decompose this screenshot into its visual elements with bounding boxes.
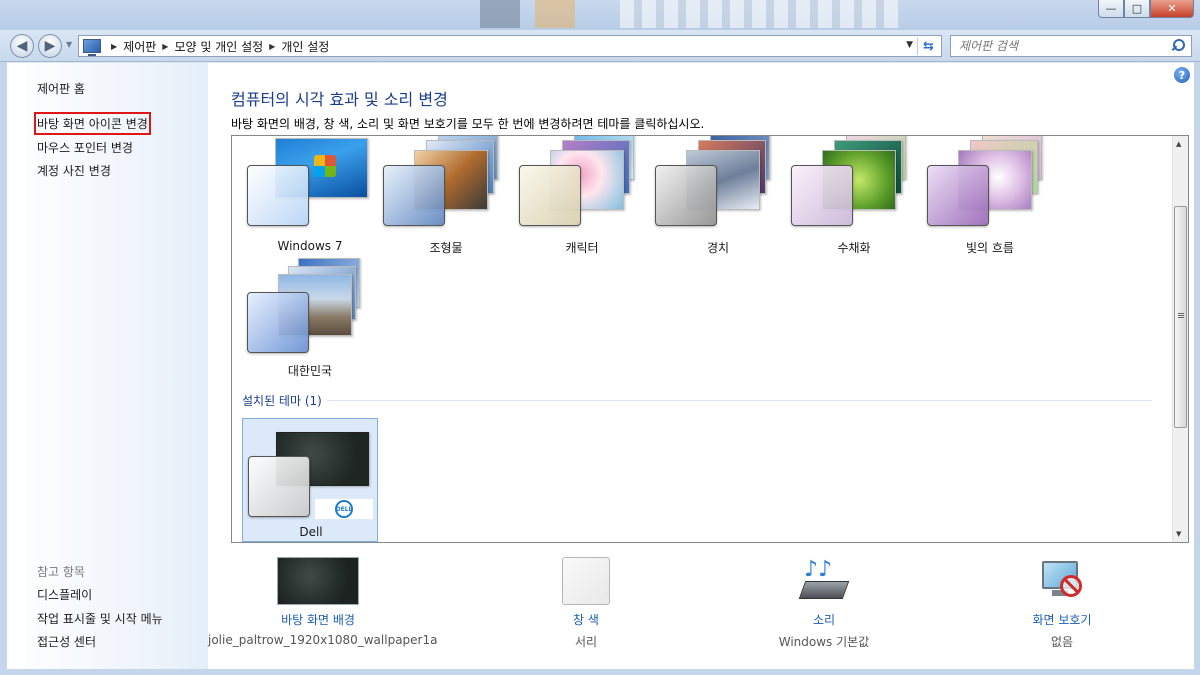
theme-list: Windows 7 조형물 캐릭터 경치 수채화 빛의 흐름 대한민국 설치된 …	[231, 135, 1189, 543]
window-color-preview	[383, 165, 445, 226]
theme-label: 수채화	[837, 241, 871, 255]
search-icon[interactable]	[1173, 39, 1185, 51]
sounds-value: Windows 기본값	[778, 635, 870, 649]
installed-themes-heading[interactable]: 설치된 테마 (1)	[242, 392, 322, 409]
window-frame-right	[1194, 62, 1200, 675]
screen-saver-setting[interactable]: 화면 보호기 없음	[952, 557, 1172, 650]
breadcrumb[interactable]: ▶ 제어판 ▶ 모양 및 개인 설정 ▶ 개인 설정 ▼ ⇆	[78, 35, 942, 57]
breadcrumb-appearance[interactable]: 모양 및 개인 설정	[174, 38, 263, 55]
scroll-thumb[interactable]	[1174, 206, 1187, 428]
screen-saver-value: 없음	[1050, 635, 1074, 649]
window-color-preview	[927, 165, 989, 226]
screen-saver-link[interactable]: 화면 보호기	[952, 611, 1172, 628]
back-button[interactable]: ◀	[10, 34, 34, 58]
sound-icon[interactable]: ♪♪	[798, 557, 850, 605]
maximize-button[interactable]: □	[1124, 0, 1150, 18]
theme-korea[interactable]: 대한민국	[242, 258, 378, 386]
dell-wallpaper-thumbnail: DELL	[315, 499, 373, 519]
windows-logo-icon	[314, 155, 336, 177]
sidebar-ease-of-access[interactable]: 접근성 센터	[37, 633, 96, 650]
back-arrow-icon: ◀	[16, 38, 28, 54]
window-color-value: 서리	[574, 635, 598, 649]
theme-light-auras[interactable]: 빛의 흐름	[922, 136, 1058, 260]
forward-arrow-icon: ▶	[44, 38, 56, 54]
theme-label: Dell	[299, 525, 323, 539]
sidebar-change-account-picture[interactable]: 계정 사진 변경	[37, 162, 111, 179]
forward-button[interactable]: ▶	[38, 34, 62, 58]
address-dropdown-icon[interactable]: ▼	[906, 40, 913, 50]
page-title: 컴퓨터의 시각 효과 및 소리 변경	[231, 90, 448, 109]
theme-dell[interactable]: DELL Dell	[242, 418, 378, 542]
minimize-button[interactable]: —	[1098, 0, 1124, 18]
scroll-down-icon[interactable]: ▼	[1176, 530, 1181, 538]
taskbar-blur	[620, 0, 900, 28]
desktop-background-setting[interactable]: 바탕 화면 배경 jolie_paltrow_1920x1080_wallpap…	[208, 557, 438, 647]
taskbar-blur	[535, 0, 575, 28]
prohibited-slash	[1063, 578, 1079, 593]
desktop-background-thumbnail[interactable]	[277, 557, 359, 605]
chevron-right-icon[interactable]: ▶	[111, 42, 117, 51]
window-frame-bottom	[0, 669, 1200, 675]
window-controls: — □ ✕	[1098, 0, 1194, 18]
help-icon[interactable]: ?	[1174, 67, 1190, 83]
prohibited-icon	[1060, 575, 1082, 597]
sidebar-display[interactable]: 디스플레이	[37, 586, 92, 603]
desktop-background-link[interactable]: 바탕 화면 배경	[208, 611, 428, 628]
theme-label: Windows 7	[277, 239, 343, 253]
page-description: 바탕 화면의 배경, 창 색, 소리 및 화면 보호기를 모두 한 번에 변경하…	[231, 117, 705, 131]
theme-label: 빛의 흐름	[966, 241, 1014, 255]
window-color-preview	[655, 165, 717, 226]
window-color-preview	[247, 292, 309, 353]
sidebar-change-mouse-pointers[interactable]: 마우스 포인터 변경	[37, 139, 133, 156]
window-frame-left	[0, 62, 7, 675]
control-panel-icon	[83, 39, 101, 56]
main-content: ? 컴퓨터의 시각 효과 및 소리 변경 바탕 화면의 배경, 창 색, 소리 …	[208, 63, 1194, 669]
window-color-preview	[791, 165, 853, 226]
window-color-preview	[248, 456, 310, 517]
theme-nature[interactable]: 수채화	[786, 136, 922, 260]
sidebar: 제어판 홈 바탕 화면 아이콘 변경 마우스 포인터 변경 계정 사진 변경 참…	[7, 63, 208, 669]
theme-architecture[interactable]: 조형물	[378, 136, 514, 260]
see-also-heading: 참고 항목	[37, 565, 85, 579]
chevron-right-icon[interactable]: ▶	[162, 42, 168, 51]
grip-icon	[1178, 313, 1184, 314]
search-input[interactable]	[959, 39, 1159, 53]
search-box	[950, 35, 1192, 57]
refresh-icon[interactable]: ⇆	[917, 37, 939, 55]
window-color-preview	[519, 165, 581, 226]
theme-label: 경치	[706, 241, 730, 255]
recent-pages-dropdown-icon[interactable]: ▼	[66, 40, 72, 49]
theme-landscapes[interactable]: 경치	[650, 136, 786, 260]
keyboard-shape	[798, 581, 850, 599]
scroll-up-icon[interactable]: ▲	[1176, 140, 1181, 148]
sidebar-taskbar-start-menu[interactable]: 작업 표시줄 및 시작 메뉴	[37, 610, 163, 627]
theme-label: 조형물	[429, 241, 463, 255]
breadcrumb-control-panel[interactable]: 제어판	[123, 38, 156, 55]
theme-label: 대한민국	[287, 364, 333, 378]
address-bar: ◀ ▶ ▼ ▶ 제어판 ▶ 모양 및 개인 설정 ▶ 개인 설정 ▼ ⇆	[0, 30, 1200, 62]
sidebar-change-desktop-icons[interactable]: 바탕 화면 아이콘 변경	[34, 112, 151, 135]
theme-characters[interactable]: 캐릭터	[514, 136, 650, 260]
window-color-preview	[247, 165, 309, 226]
close-button[interactable]: ✕	[1150, 0, 1194, 18]
theme-windows-7[interactable]: Windows 7	[242, 136, 378, 260]
sounds-link[interactable]: 소리	[714, 611, 934, 628]
group-divider	[327, 400, 1152, 401]
theme-list-scrollbar[interactable]: ▲ ▼	[1172, 136, 1188, 542]
desktop-background-value: jolie_paltrow_1920x1080_wallpaper1a	[208, 633, 438, 647]
breadcrumb-personalization[interactable]: 개인 설정	[281, 38, 329, 55]
chevron-right-icon[interactable]: ▶	[269, 42, 275, 51]
sounds-setting[interactable]: ♪♪ 소리 Windows 기본값	[714, 557, 934, 650]
theme-label: 캐릭터	[565, 241, 599, 255]
window-color-link[interactable]: 창 색	[476, 611, 696, 628]
dell-logo-icon: DELL	[335, 500, 353, 518]
screen-saver-icon[interactable]	[1038, 557, 1086, 605]
music-note-icon: ♪♪	[804, 557, 833, 582]
sidebar-control-panel-home[interactable]: 제어판 홈	[37, 80, 85, 97]
window-color-thumbnail[interactable]	[562, 557, 610, 605]
window-color-setting[interactable]: 창 색 서리	[476, 557, 696, 650]
title-bar: — □ ✕	[0, 0, 1200, 30]
taskbar-blur	[480, 0, 520, 28]
